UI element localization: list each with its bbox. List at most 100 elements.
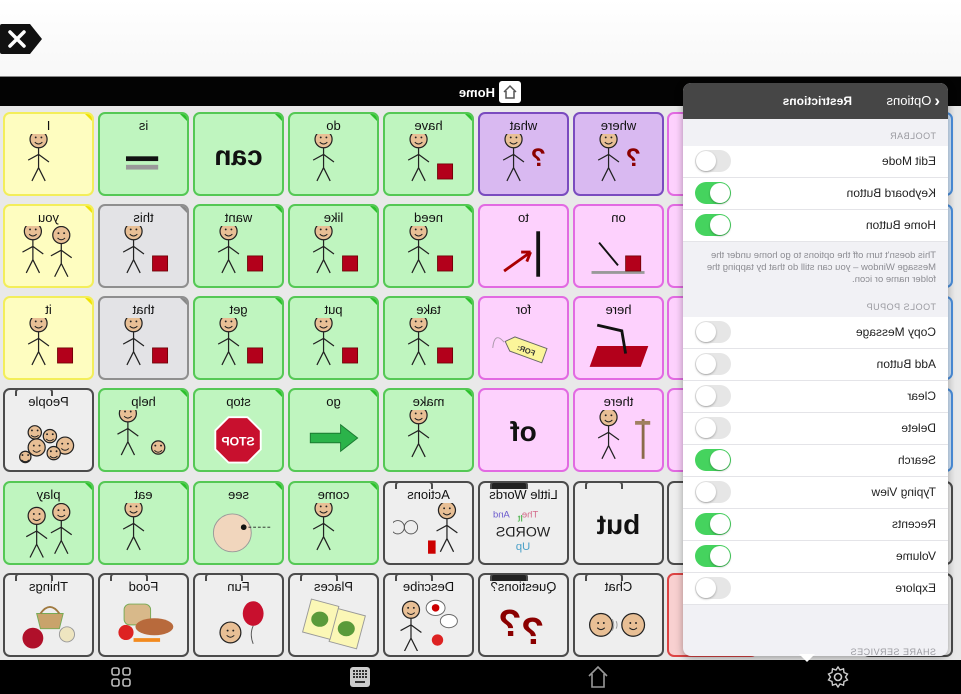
keyboard-button-toggle[interactable] <box>695 182 731 204</box>
word-button-take[interactable]: take <box>383 296 474 380</box>
folder-button-describe[interactable]: Describe <box>383 573 474 657</box>
word-button-come[interactable]: come <box>288 481 379 565</box>
home-button[interactable] <box>585 665 611 689</box>
people-running-icon <box>13 503 84 558</box>
search-toggle[interactable] <box>695 449 731 471</box>
toggle-knob <box>696 418 716 438</box>
stop-sign-icon: STOP <box>203 412 274 464</box>
button-label: to <box>518 210 529 225</box>
word-button-see[interactable]: see <box>193 481 284 565</box>
button-label: is <box>138 118 149 133</box>
button-label: make <box>412 394 445 409</box>
person-taking-box-icon <box>393 318 464 372</box>
clear-toggle[interactable] <box>695 385 731 407</box>
delete-toggle[interactable] <box>695 417 731 439</box>
folder-button-actions[interactable]: Actions <box>383 481 474 565</box>
explore-toggle[interactable] <box>695 577 731 599</box>
word-button-this[interactable]: this <box>98 204 189 288</box>
button-label: see <box>228 487 249 502</box>
folder-button-chat[interactable]: Chat <box>573 573 664 657</box>
button-label: play <box>36 487 61 502</box>
setting-label: Keyboard Button <box>846 186 936 200</box>
copy-message-toggle[interactable] <box>695 321 731 343</box>
two-people-pointing-icon <box>13 226 84 280</box>
message-window[interactable] <box>0 0 961 76</box>
button-label: get <box>229 302 248 317</box>
button-label: for <box>515 302 532 317</box>
typing-view-toggle[interactable] <box>695 481 731 503</box>
word-button-that[interactable]: that <box>98 296 189 380</box>
word-button-play[interactable]: play <box>3 481 94 565</box>
button-label: what <box>509 118 538 133</box>
word-button-stop[interactable]: stop STOP <box>193 388 284 472</box>
person-pointing-signpost-icon <box>583 410 654 464</box>
word-button-it[interactable]: it <box>3 296 94 380</box>
setting-label: Copy Message <box>855 325 936 339</box>
person-reaching-box-icon <box>203 226 274 280</box>
people-faces-icon <box>13 412 84 464</box>
volume-toggle[interactable] <box>695 545 731 567</box>
toggle-knob <box>696 151 716 171</box>
house-icon <box>499 81 521 103</box>
word-button-to[interactable]: to <box>478 204 569 288</box>
question-marks-icon: ?? <box>488 597 559 651</box>
close-button[interactable] <box>0 24 42 54</box>
word-button-you[interactable]: you <box>3 204 94 288</box>
word-button-there[interactable]: there <box>573 388 664 472</box>
word-button-for[interactable]: for FOR: <box>478 296 569 380</box>
setting-row-search: Search <box>683 445 948 477</box>
folder-button-people[interactable]: People <box>3 388 94 472</box>
person-eating-icon <box>108 503 179 557</box>
folder-button-little-words[interactable]: Little Words The It And WORDS Up <box>478 481 569 565</box>
button-label: People <box>28 394 69 409</box>
word-button-of[interactable]: of <box>478 388 569 472</box>
folder-button-questions[interactable]: Questions??? <box>478 573 569 657</box>
edit-mode-toggle[interactable] <box>695 150 731 172</box>
little-words-icon: The It And WORDS Up <box>488 505 559 557</box>
word-button-go[interactable]: go <box>288 388 379 472</box>
word-button-where[interactable]: where? <box>573 112 664 196</box>
word-button-what[interactable]: what? <box>478 112 569 196</box>
word-button-put[interactable]: put <box>288 296 379 380</box>
button-label: come <box>317 487 350 502</box>
button-label: want <box>224 210 253 225</box>
word-button-eat[interactable]: eat <box>98 481 189 565</box>
button-label: I <box>46 118 51 133</box>
folder-button-food[interactable]: Food <box>98 573 189 657</box>
word-button-get[interactable]: get <box>193 296 284 380</box>
chevron-left-icon: ‹ <box>934 91 940 110</box>
word-button-help[interactable]: help <box>98 388 189 472</box>
recents-toggle[interactable] <box>695 513 731 535</box>
word-button-do[interactable]: do <box>288 112 379 196</box>
folder-button-things[interactable]: Things <box>3 573 94 657</box>
folder-title[interactable]: Home <box>459 80 521 104</box>
word-button-make[interactable]: make <box>383 388 474 472</box>
back-options-button[interactable]: ‹ Options <box>887 91 940 110</box>
grid-icon <box>111 667 131 687</box>
word-button-here[interactable]: here <box>573 296 664 380</box>
home-button-toggle[interactable] <box>695 214 731 236</box>
folder-button-fun[interactable]: Fun <box>193 573 284 657</box>
settings-button[interactable] <box>825 665 851 689</box>
svg-text:?: ? <box>498 603 521 645</box>
button-label: Fun <box>227 579 250 594</box>
word-button-is[interactable]: is <box>98 112 189 196</box>
word-button-on[interactable]: on <box>573 204 664 288</box>
word-button-can[interactable]: can <box>193 112 284 196</box>
add-button-toggle[interactable] <box>695 353 731 375</box>
grid-view-button[interactable] <box>108 665 134 689</box>
button-label: take <box>416 302 441 317</box>
bottom-toolbar <box>0 660 961 694</box>
word-button-have[interactable]: have <box>383 112 474 196</box>
word-button-want[interactable]: want <box>193 204 284 288</box>
word-button-like[interactable]: like <box>288 204 379 288</box>
toggle-knob <box>710 215 730 235</box>
folder-button-places[interactable]: Places <box>288 573 379 657</box>
keyboard-button[interactable] <box>347 665 373 689</box>
folder-button-but[interactable]: but <box>573 481 664 565</box>
popover-title: Restrictions <box>782 94 852 108</box>
word-button-need[interactable]: need <box>383 204 474 288</box>
person-hammering-icon <box>393 410 464 464</box>
toggle-knob <box>710 450 730 470</box>
word-button-i[interactable]: I <box>3 112 94 196</box>
